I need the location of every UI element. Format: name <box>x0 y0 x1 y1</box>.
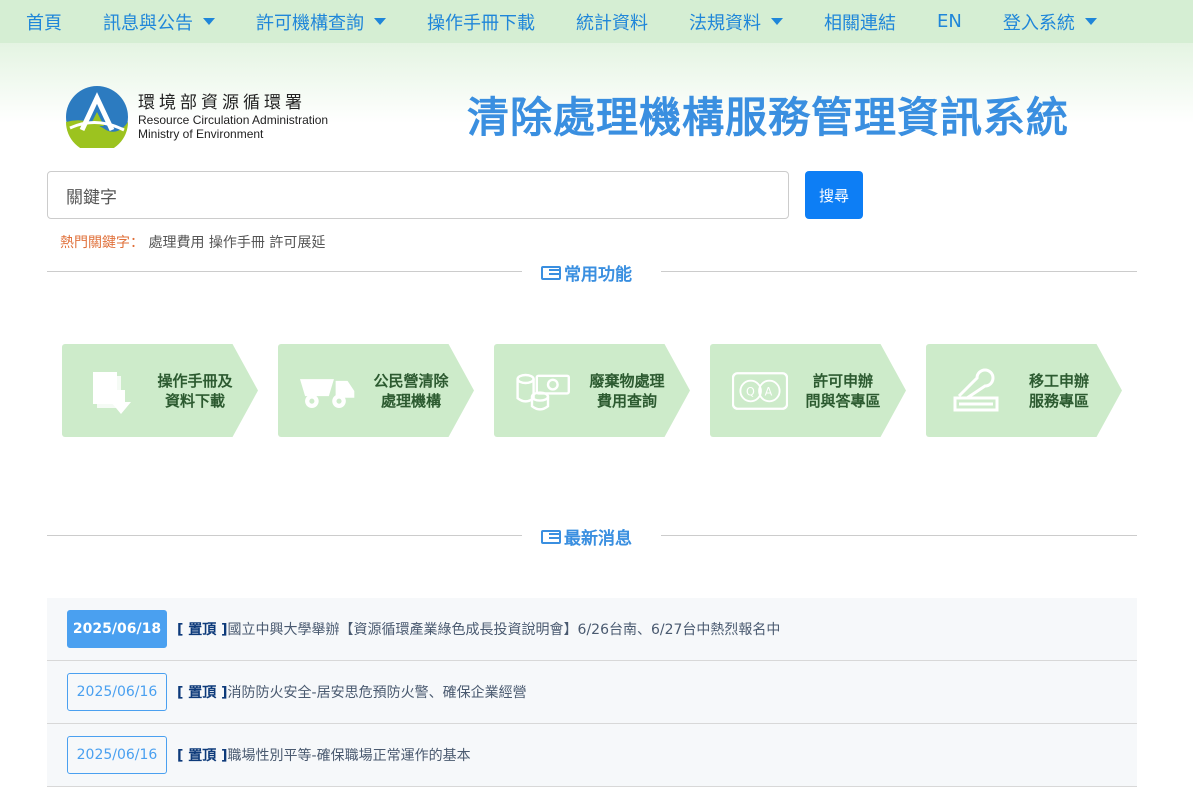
nav-links[interactable]: 相關連結 <box>824 9 896 35</box>
nav-login[interactable]: 登入系統 <box>1003 9 1097 35</box>
coins-money-icon <box>516 366 572 416</box>
newspaper-icon <box>541 265 561 280</box>
wrench-icon <box>948 366 1004 416</box>
tile-migrant-workers[interactable]: 移工申辦 服務專區 <box>926 344 1122 437</box>
qa-bubble-icon: QA <box>732 366 788 416</box>
hot-keyword-link[interactable]: 許可展延 <box>269 235 325 251</box>
news-item[interactable]: 2025/06/18 [ 置頂 ] 國立中興大學舉辦【資源循環產業綠色成長投資說明… <box>47 598 1137 661</box>
agency-logo[interactable]: 環境部資源循環署 Resource Circulation Administra… <box>66 86 328 148</box>
pinned-tag: [ 置頂 ] <box>177 622 228 638</box>
news-item[interactable]: 2025/06/16 [ 置頂 ] 職場性別平等-確保職場正常運作的基本 <box>47 724 1137 787</box>
nav-english[interactable]: EN <box>937 11 962 32</box>
hot-keywords: 熱門關鍵字： 處理費用 操作手冊 許可展延 <box>60 235 326 251</box>
nav-announcements[interactable]: 訊息與公告 <box>103 9 215 35</box>
caret-down-icon <box>771 18 783 25</box>
nav-permit-search[interactable]: 許可機構查詢 <box>256 9 386 35</box>
function-tiles: 操作手冊及 資料下載 公民營清除 處理機構 廢棄物處理 費用查詢 QA 許可申辦 問與答… <box>62 344 1142 437</box>
logo-emblem-icon <box>66 86 128 148</box>
tile-institutions[interactable]: 公民營清除 處理機構 <box>278 344 474 437</box>
top-nav: 首頁 訊息與公告 許可機構查詢 操作手冊下載 統計資料 法規資料 相關連結 EN… <box>0 0 1193 43</box>
hot-keyword-link[interactable]: 操作手冊 <box>209 235 265 251</box>
tile-fee-query[interactable]: 廢棄物處理 費用查詢 <box>494 344 690 437</box>
tile-manual-download[interactable]: 操作手冊及 資料下載 <box>62 344 258 437</box>
keyword-search-input[interactable]: 關鍵字 <box>47 171 789 219</box>
news-date: 2025/06/16 <box>67 736 167 774</box>
pinned-tag: [ 置頂 ] <box>177 685 228 701</box>
tile-permit-qa[interactable]: QA 許可申辦 問與答專區 <box>710 344 906 437</box>
search-button[interactable]: 搜尋 <box>805 171 863 219</box>
pinned-tag: [ 置頂 ] <box>177 748 228 764</box>
nav-regulations[interactable]: 法規資料 <box>689 9 783 35</box>
news-list: 2025/06/18 [ 置頂 ] 國立中興大學舉辦【資源循環產業綠色成長投資說明… <box>47 598 1137 787</box>
dump-truck-icon <box>300 366 356 416</box>
hot-keyword-link[interactable]: 處理費用 <box>148 235 204 251</box>
site-title: 清除處理機構服務管理資訊系統 <box>467 93 1070 142</box>
news-date: 2025/06/18 <box>67 610 167 648</box>
nav-manual-download[interactable]: 操作手冊下載 <box>427 9 535 35</box>
caret-down-icon <box>374 18 386 25</box>
news-title[interactable]: 消防防火安全-居安思危預防火警、確保企業經營 <box>228 682 527 702</box>
svg-text:Q: Q <box>746 385 755 398</box>
caret-down-icon <box>203 18 215 25</box>
section-divider-functions: 常用功能 <box>47 265 1137 285</box>
newspaper-icon <box>541 529 561 544</box>
news-date: 2025/06/16 <box>67 673 167 711</box>
section-divider-news: 最新消息 <box>47 529 1137 549</box>
caret-down-icon <box>1084 18 1097 25</box>
svg-text:A: A <box>765 385 773 398</box>
nav-statistics[interactable]: 統計資料 <box>576 9 648 35</box>
document-download-icon <box>84 366 140 416</box>
news-item[interactable]: 2025/06/16 [ 置頂 ] 消防防火安全-居安思危預防火警、確保企業經營 <box>47 661 1137 724</box>
nav-home[interactable]: 首頁 <box>26 9 62 35</box>
news-title[interactable]: 職場性別平等-確保職場正常運作的基本 <box>228 745 471 765</box>
news-title[interactable]: 國立中興大學舉辦【資源循環產業綠色成長投資說明會】6/26台南、6/27台中熱烈… <box>228 619 781 639</box>
